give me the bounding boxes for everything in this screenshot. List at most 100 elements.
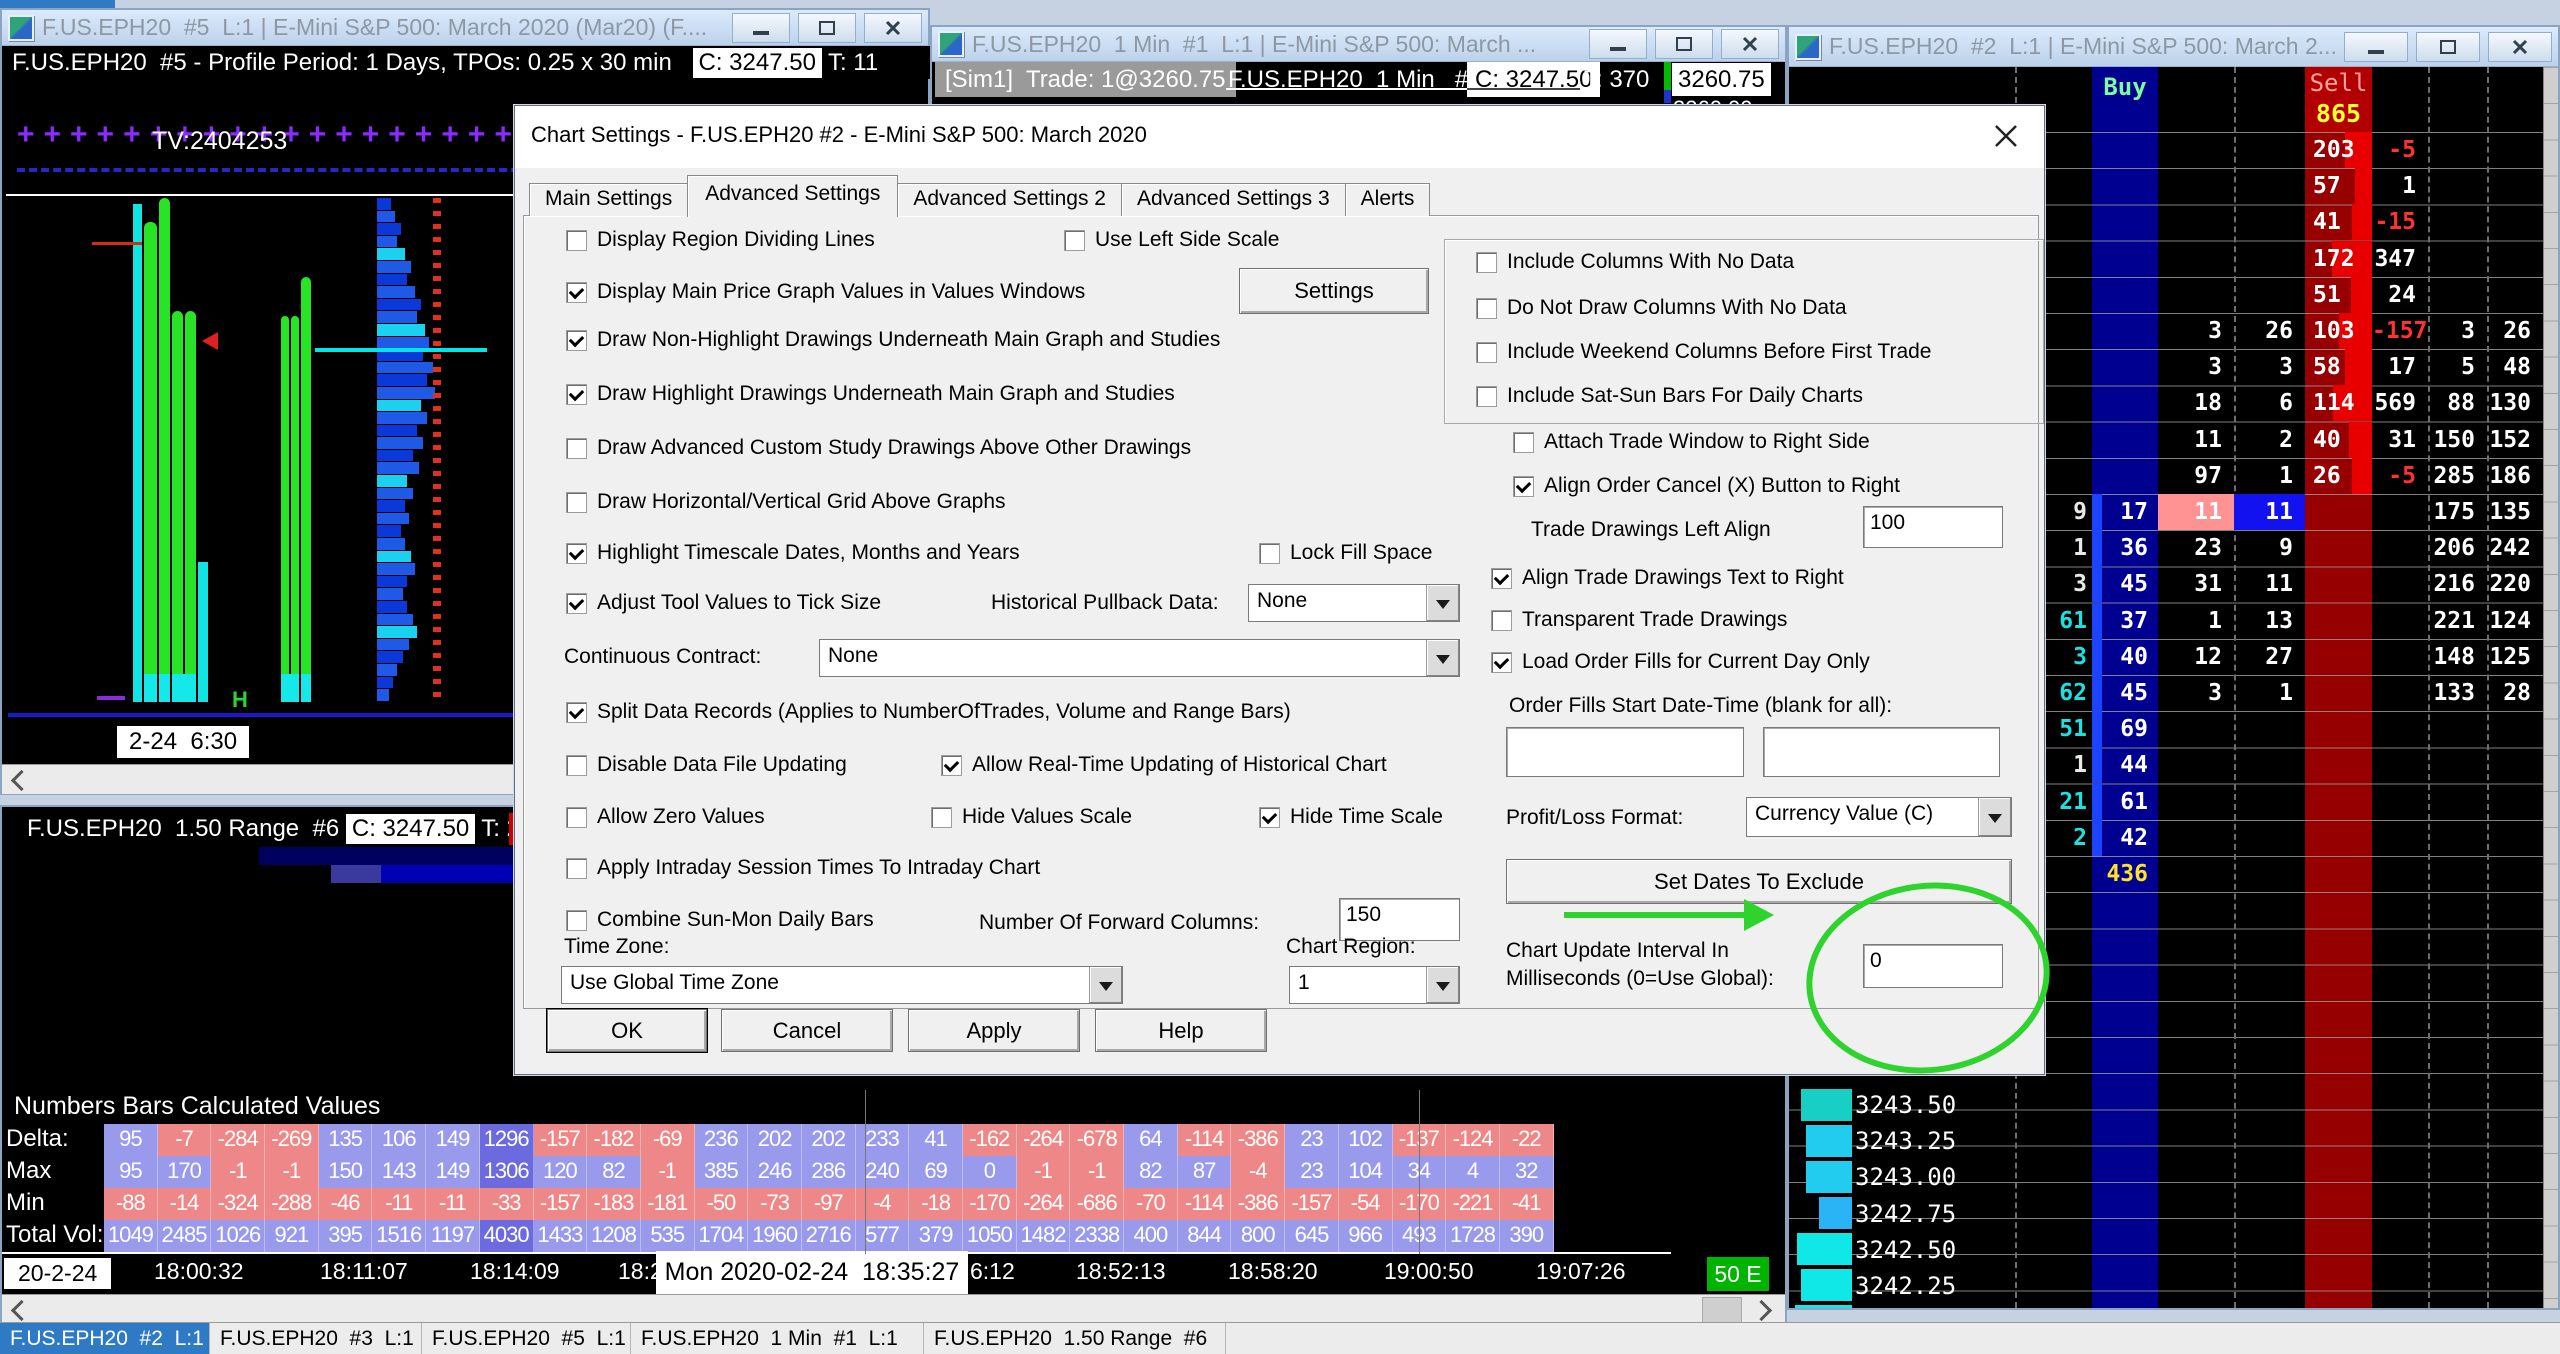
sell-qty-cell[interactable] xyxy=(2305,856,2372,892)
checkbox[interactable] xyxy=(566,438,587,459)
col2-cell[interactable] xyxy=(2234,168,2305,204)
col1-cell[interactable]: 11 xyxy=(2158,494,2234,530)
col5-cell[interactable] xyxy=(2487,856,2543,892)
col1-cell[interactable]: 3 xyxy=(2158,313,2234,349)
col4-cell[interactable]: 216 xyxy=(2428,566,2487,602)
sell-qty-cell[interactable] xyxy=(2305,639,2372,675)
dropdown-arrow-icon[interactable] xyxy=(1089,967,1122,1003)
col2-cell[interactable] xyxy=(2234,241,2305,277)
col2-cell[interactable] xyxy=(2234,132,2305,168)
delta-cell[interactable] xyxy=(2372,711,2428,747)
tab-advanced-settings-3[interactable]: Advanced Settings 3 xyxy=(1121,183,1346,216)
col5-cell[interactable]: 125 xyxy=(2487,639,2543,675)
col4-cell[interactable] xyxy=(2428,132,2487,168)
col4-cell[interactable] xyxy=(2428,168,2487,204)
taskbar-tab-3[interactable]: F.US.EPH20 #5 L:1 xyxy=(422,1323,631,1354)
delta-cell[interactable] xyxy=(2372,892,2428,928)
col2-cell[interactable]: 9 xyxy=(2234,530,2305,566)
buy-qty-cell[interactable] xyxy=(2092,892,2158,928)
col1-cell[interactable]: 97 xyxy=(2158,458,2234,494)
checkbox[interactable] xyxy=(566,330,587,351)
checkbox[interactable] xyxy=(566,282,587,303)
sell-qty-cell[interactable] xyxy=(2305,747,2372,783)
tab-advanced-settings[interactable]: Advanced Settings xyxy=(687,175,898,217)
col5-cell[interactable]: 48 xyxy=(2487,349,2543,385)
delta-cell[interactable]: 24 xyxy=(2372,277,2428,313)
checkbox[interactable] xyxy=(566,230,587,251)
sell-qty-cell[interactable] xyxy=(2305,711,2372,747)
delta-cell[interactable]: -5 xyxy=(2372,458,2428,494)
col4-cell[interactable]: 3 xyxy=(2428,313,2487,349)
dom-titlebar[interactable]: F.US.EPH20 #2 L:1 | E-Mini S&P 500: Marc… xyxy=(1789,27,2558,67)
buy-qty-cell[interactable] xyxy=(2092,168,2158,204)
buy-qty-cell[interactable]: 69 xyxy=(2092,711,2158,747)
col5-cell[interactable] xyxy=(2487,711,2543,747)
col2-cell[interactable]: 13 xyxy=(2234,603,2305,639)
sell-qty-cell[interactable]: 172 xyxy=(2305,241,2372,277)
checkbox[interactable] xyxy=(1476,386,1497,407)
col2-cell[interactable]: 6 xyxy=(2234,385,2305,421)
scroll-left-arrow[interactable] xyxy=(11,770,32,791)
buy-qty-cell[interactable] xyxy=(2092,458,2158,494)
buy-qty-cell[interactable] xyxy=(2092,241,2158,277)
dropdown-arrow-icon[interactable] xyxy=(1426,585,1459,621)
cancel-button[interactable]: Cancel xyxy=(721,1009,893,1052)
buy-qty-cell[interactable] xyxy=(2092,313,2158,349)
sell-qty-cell[interactable]: 26 xyxy=(2305,458,2372,494)
col4-cell[interactable] xyxy=(2428,711,2487,747)
col2-cell[interactable]: 2 xyxy=(2234,422,2305,458)
minimize-button[interactable] xyxy=(2344,32,2408,62)
col4-cell[interactable] xyxy=(2428,784,2487,820)
sell-qty-cell[interactable]: 57 xyxy=(2305,168,2372,204)
dropdown-arrow-icon[interactable] xyxy=(1978,798,2011,836)
col1-cell[interactable] xyxy=(2158,277,2234,313)
col5-cell[interactable] xyxy=(2487,277,2543,313)
col4-cell[interactable] xyxy=(2428,747,2487,783)
close-button[interactable] xyxy=(1721,29,1779,59)
col5-cell[interactable] xyxy=(2487,241,2543,277)
col5-cell[interactable]: 124 xyxy=(2487,603,2543,639)
col5-cell[interactable]: 130 xyxy=(2487,385,2543,421)
col2-cell[interactable] xyxy=(2234,856,2305,892)
sell-qty-cell[interactable]: 114 xyxy=(2305,385,2372,421)
sell-qty-cell[interactable] xyxy=(2305,675,2372,711)
delta-cell[interactable] xyxy=(2372,603,2428,639)
tab-advanced-settings-2[interactable]: Advanced Settings 2 xyxy=(897,183,1122,216)
col2-cell[interactable] xyxy=(2234,277,2305,313)
sell-qty-cell[interactable]: 41 xyxy=(2305,204,2372,240)
col2-cell[interactable] xyxy=(2234,204,2305,240)
col5-cell[interactable]: 186 xyxy=(2487,458,2543,494)
col1-cell[interactable] xyxy=(2158,132,2234,168)
buy-qty-cell[interactable] xyxy=(2092,422,2158,458)
col2-cell[interactable] xyxy=(2234,711,2305,747)
col1-cell[interactable]: 18 xyxy=(2158,385,2234,421)
col4-cell[interactable] xyxy=(2428,204,2487,240)
range-horizontal-scrollbar[interactable] xyxy=(2,1294,1785,1323)
checkbox[interactable] xyxy=(941,755,962,776)
delta-cell[interactable]: 1 xyxy=(2372,168,2428,204)
checkbox[interactable] xyxy=(1513,432,1534,453)
col5-cell[interactable]: 242 xyxy=(2487,530,2543,566)
buy-qty-cell[interactable]: 45 xyxy=(2092,566,2158,602)
delta-cell[interactable]: 31 xyxy=(2372,422,2428,458)
checkbox[interactable] xyxy=(566,702,587,723)
col1-cell[interactable]: 11 xyxy=(2158,422,2234,458)
checkbox[interactable] xyxy=(931,807,952,828)
apply-button[interactable]: Apply xyxy=(908,1009,1080,1052)
fills-start-time-input[interactable] xyxy=(1763,727,2000,777)
dialog-close-button[interactable] xyxy=(1990,120,2022,152)
col4-cell[interactable]: 206 xyxy=(2428,530,2487,566)
col1-cell[interactable] xyxy=(2158,820,2234,856)
col2-cell[interactable] xyxy=(2234,820,2305,856)
buy-qty-cell[interactable]: 44 xyxy=(2092,747,2158,783)
col1-cell[interactable] xyxy=(2158,204,2234,240)
sell-qty-cell[interactable] xyxy=(2305,566,2372,602)
checkbox[interactable] xyxy=(1513,476,1534,497)
hist-pullback-dropdown[interactable]: None xyxy=(1248,584,1460,622)
col4-cell[interactable] xyxy=(2428,277,2487,313)
col4-cell[interactable] xyxy=(2428,820,2487,856)
dropdown-arrow-icon[interactable] xyxy=(1426,640,1459,676)
checkbox[interactable] xyxy=(1259,807,1280,828)
checkbox[interactable] xyxy=(566,858,587,879)
tpo-titlebar[interactable]: F.US.EPH20 #5 L:1 | E-Mini S&P 500: Marc… xyxy=(2,10,928,46)
